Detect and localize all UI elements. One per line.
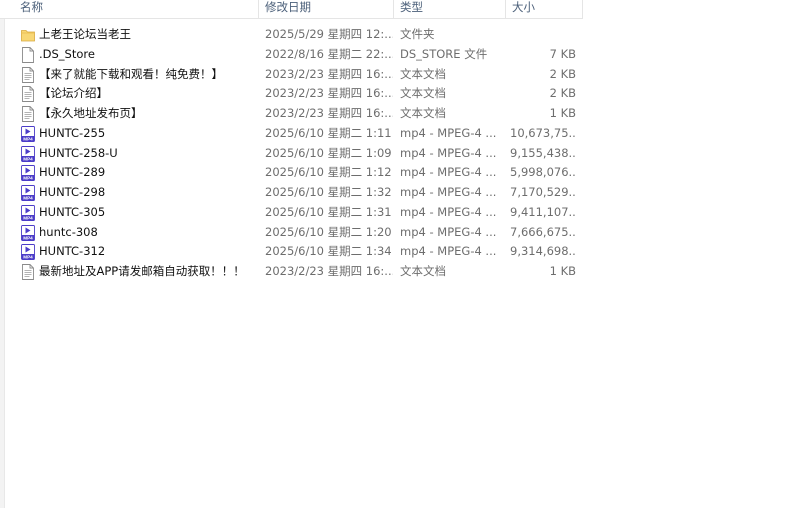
column-header-type[interactable]: 类型: [394, 0, 506, 18]
mp4-icon: MP4: [21, 145, 35, 162]
file-row[interactable]: 【永久地址发布页】 2023/2/23 星期四 16:... 文本文档 1 KB: [0, 104, 583, 124]
file-type: mp4 - MPEG-4 ...: [400, 125, 497, 140]
file-icon: [21, 46, 35, 63]
file-row[interactable]: MP4 HUNTC-255 2025/6/10 星期二 1:11 mp4 - MPEG…: [0, 124, 583, 144]
svg-text:MP4: MP4: [23, 156, 33, 161]
file-list: 上老王论坛当老王 2025/5/29 星期四 12:... 文件夹 .DS_Store…: [0, 25, 583, 282]
file-row[interactable]: 【来了就能下载和观看！纯免费！】 2023/2/23 星期四 16:... 文本文档…: [0, 65, 583, 85]
file-date: 2025/6/10 星期二 1:32: [265, 185, 392, 199]
svg-text:MP4: MP4: [23, 196, 33, 201]
file-name: 【来了就能下载和观看！纯免费！】: [39, 66, 223, 81]
file-type: mp4 - MPEG-4 ...: [400, 185, 497, 199]
file-name: 最新地址及APP请发邮箱自动获取！！！: [39, 264, 245, 278]
file-name: huntc-308: [39, 224, 98, 239]
file-date: 2025/6/10 星期二 1:20: [265, 224, 392, 239]
file-size: 1 KB: [549, 106, 576, 120]
svg-text:MP4: MP4: [23, 215, 33, 220]
file-size: 1 KB: [549, 264, 576, 278]
file-size: 7,666,675...: [510, 224, 576, 239]
file-date: 2023/2/23 星期四 16:...: [265, 264, 393, 278]
file-name: 【论坛介绍】: [39, 86, 108, 101]
file-size: 7,170,529...: [510, 185, 576, 199]
file-name: 上老王论坛当老王: [39, 27, 131, 41]
mp4-icon: MP4: [21, 244, 35, 261]
file-type: mp4 - MPEG-4 ...: [400, 145, 497, 160]
column-header-name[interactable]: 名称: [0, 0, 259, 18]
file-date: 2025/6/10 星期二 1:12: [265, 165, 392, 180]
file-type: mp4 - MPEG-4 ...: [400, 224, 497, 239]
file-type: 文本文档: [400, 86, 446, 101]
file-row[interactable]: .DS_Store 2022/8/16 星期二 22:... DS_STORE 文件…: [0, 45, 583, 65]
file-size: 9,411,107...: [510, 204, 576, 219]
file-size: 2 KB: [549, 66, 576, 81]
file-type: 文本文档: [400, 66, 446, 81]
file-date: 2025/6/10 星期二 1:31: [265, 204, 392, 219]
file-size: 5,998,076...: [510, 165, 576, 180]
column-header-date[interactable]: 修改日期: [259, 0, 394, 18]
file-size: 10,673,75...: [510, 125, 576, 140]
mp4-icon: MP4: [21, 185, 35, 201]
file-name: HUNTC-258-U: [39, 145, 118, 160]
svg-text:MP4: MP4: [23, 136, 33, 141]
file-row[interactable]: 上老王论坛当老王 2025/5/29 星期四 12:... 文件夹: [0, 25, 583, 45]
file-size: 9,155,438...: [510, 145, 576, 160]
file-name: 【永久地址发布页】: [39, 106, 143, 120]
file-row[interactable]: MP4 HUNTC-312 2025/6/10 星期二 1:34 mp4 - MPEG…: [0, 242, 583, 262]
file-row[interactable]: MP4 HUNTC-289 2025/6/10 星期二 1:12 mp4 - MPEG…: [0, 163, 583, 183]
file-row[interactable]: MP4 HUNTC-298 2025/6/10 星期二 1:32 mp4 - MPEG…: [0, 183, 583, 203]
mp4-icon: MP4: [21, 125, 35, 142]
column-header-size[interactable]: 大小: [506, 0, 583, 18]
file-name: HUNTC-305: [39, 204, 106, 219]
file-date: 2022/8/16 星期二 22:...: [265, 46, 393, 61]
svg-text:MP4: MP4: [23, 235, 33, 240]
file-size: 2 KB: [549, 86, 576, 101]
file-date: 2025/6/10 星期二 1:34: [265, 244, 392, 259]
file-type: mp4 - MPEG-4 ...: [400, 244, 497, 259]
file-name: HUNTC-255: [39, 125, 106, 140]
folder-icon: [21, 27, 35, 43]
file-row[interactable]: 最新地址及APP请发邮箱自动获取！！！ 2023/2/23 星期四 16:... 文…: [0, 262, 583, 282]
text-file-icon: [21, 86, 35, 103]
svg-text:MP4: MP4: [23, 255, 33, 260]
file-date: 2025/6/10 星期二 1:11: [265, 125, 392, 140]
mp4-icon: MP4: [21, 224, 35, 241]
text-file-icon: [21, 264, 35, 280]
file-size: 7 KB: [549, 46, 576, 61]
text-file-icon: [21, 66, 35, 83]
file-name: .DS_Store: [39, 46, 95, 61]
file-row[interactable]: MP4 huntc-308 2025/6/10 星期二 1:20 mp4 - MPEG…: [0, 223, 583, 243]
file-date: 2025/5/29 星期四 12:...: [265, 27, 393, 41]
file-size: [510, 25, 576, 45]
file-type: mp4 - MPEG-4 ...: [400, 165, 497, 180]
file-row[interactable]: MP4 HUNTC-258-U 2025/6/10 星期二 1:09 mp4 - MP…: [0, 144, 583, 164]
column-header-bar: 名称 修改日期 类型 大小: [0, 0, 583, 19]
file-name: HUNTC-312: [39, 244, 106, 259]
mp4-icon: MP4: [21, 165, 35, 182]
file-name: HUNTC-289: [39, 165, 106, 180]
file-type: 文件夹: [400, 27, 435, 41]
file-date: 2023/2/23 星期四 16:...: [265, 106, 393, 120]
file-name: HUNTC-298: [39, 185, 106, 199]
mp4-icon: MP4: [21, 204, 35, 221]
file-row[interactable]: MP4 HUNTC-305 2025/6/10 星期二 1:31 mp4 - MPEG…: [0, 203, 583, 223]
svg-text:MP4: MP4: [23, 176, 33, 181]
file-size: 9,314,698...: [510, 244, 576, 259]
file-date: 2023/2/23 星期四 16:...: [265, 66, 393, 81]
file-type: 文本文档: [400, 106, 446, 120]
file-type: DS_STORE 文件: [400, 46, 488, 61]
file-date: 2023/2/23 星期四 16:...: [265, 86, 393, 101]
file-type: 文本文档: [400, 264, 446, 278]
file-row[interactable]: 【论坛介绍】 2023/2/23 星期四 16:... 文本文档 2 KB: [0, 84, 583, 104]
text-file-icon: [21, 106, 35, 122]
file-type: mp4 - MPEG-4 ...: [400, 204, 497, 219]
file-date: 2025/6/10 星期二 1:09: [265, 145, 392, 160]
